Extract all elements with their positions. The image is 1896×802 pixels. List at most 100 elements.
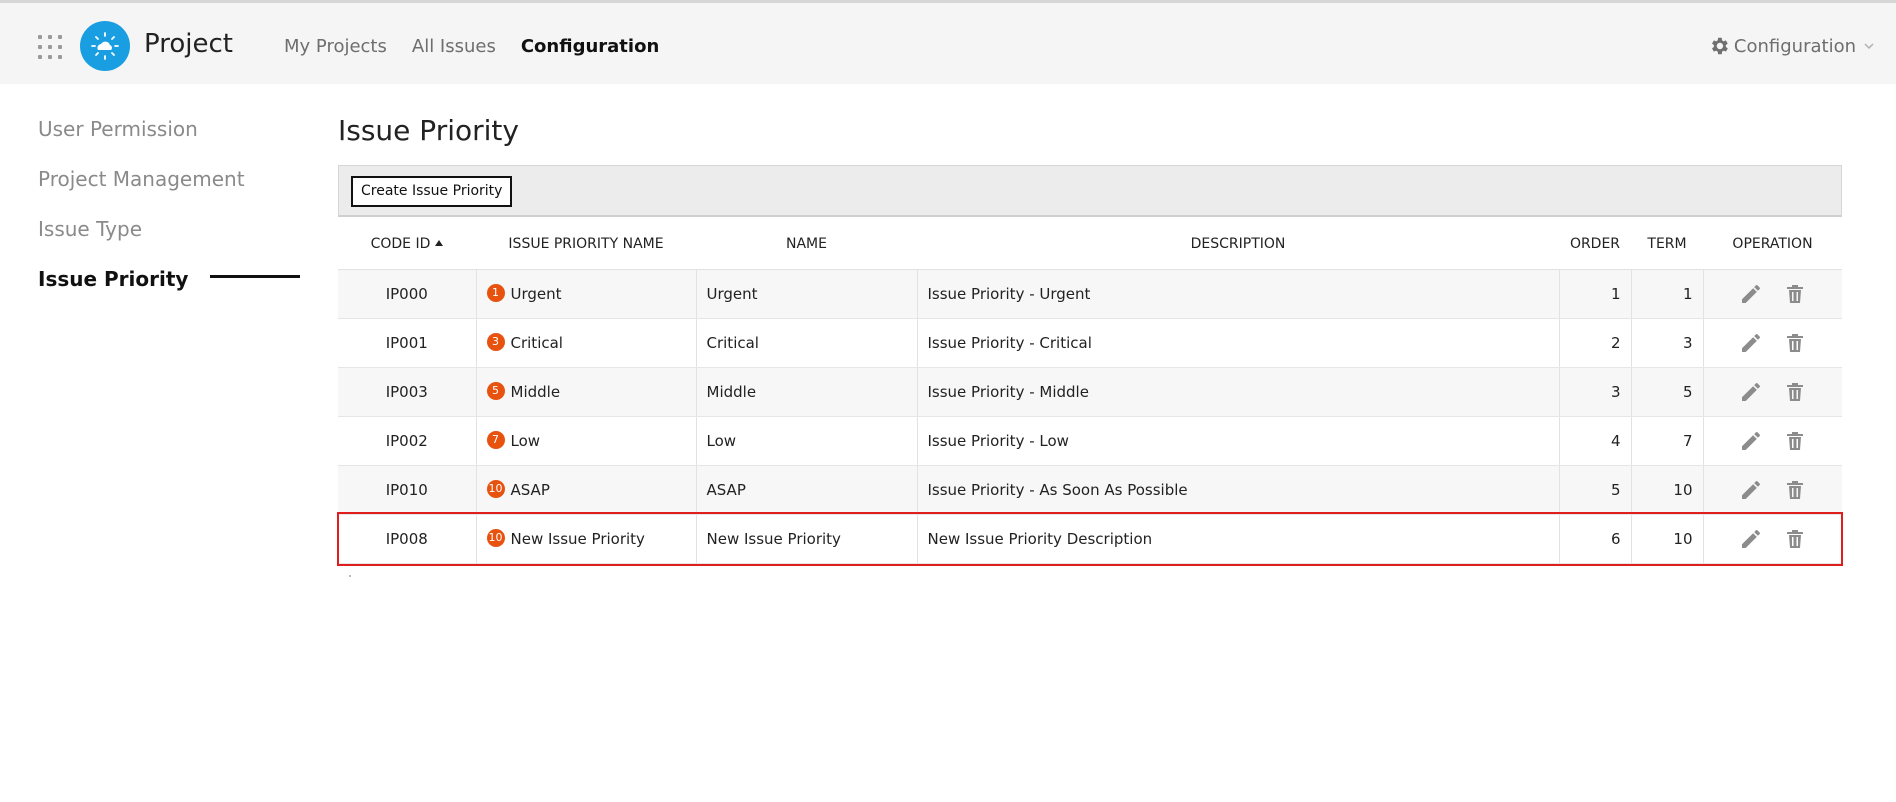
cell-priority-name: 10 New Issue Priority bbox=[476, 514, 697, 564]
cell-code-id: IP003 bbox=[338, 367, 477, 417]
divider-dot bbox=[349, 575, 351, 577]
trash-icon[interactable] bbox=[1783, 282, 1807, 306]
cell-operation bbox=[1703, 465, 1842, 515]
cell-name: Middle bbox=[696, 367, 918, 417]
edit-icon[interactable] bbox=[1739, 429, 1763, 453]
column-header-code-id[interactable]: CODE ID bbox=[338, 219, 476, 270]
column-header-description[interactable]: DESCRIPTION bbox=[917, 219, 1559, 270]
create-issue-priority-button[interactable]: Create Issue Priority bbox=[351, 176, 513, 207]
edit-icon[interactable] bbox=[1739, 478, 1763, 502]
trash-icon[interactable] bbox=[1783, 527, 1807, 551]
priority-badge: 7 bbox=[486, 431, 505, 449]
column-header-operation: OPERATION bbox=[1703, 219, 1842, 270]
cell-order: 1 bbox=[1559, 269, 1632, 319]
cell-order: 2 bbox=[1559, 318, 1632, 368]
page-title: Issue Priority bbox=[338, 114, 519, 147]
priority-name-text: Critical bbox=[510, 334, 563, 352]
priority-name-text: Middle bbox=[510, 383, 561, 401]
cell-name: Urgent bbox=[696, 269, 918, 319]
cell-name: New Issue Priority bbox=[696, 514, 918, 564]
nav-my-projects[interactable]: My Projects bbox=[284, 36, 387, 57]
chevron-down-icon bbox=[1864, 43, 1874, 50]
nav-configuration[interactable]: Configuration bbox=[521, 36, 659, 57]
cell-operation bbox=[1703, 514, 1842, 564]
cell-description: Issue Priority - Urgent bbox=[917, 269, 1560, 319]
table-row-highlighted[interactable]: IP008 10 New Issue Priority New Issue Pri… bbox=[338, 514, 1842, 564]
trash-icon[interactable] bbox=[1783, 478, 1807, 502]
column-header-issue-priority-name[interactable]: ISSUE PRIORITY NAME bbox=[476, 219, 696, 270]
priority-badge: 1 bbox=[486, 284, 505, 302]
config-sidebar: User Permission Project Management Issue… bbox=[38, 116, 300, 316]
nav-all-issues[interactable]: All Issues bbox=[412, 36, 496, 57]
cell-description: Issue Priority - Low bbox=[917, 416, 1560, 466]
configuration-menu[interactable]: Configuration bbox=[1708, 35, 1876, 57]
column-header-order[interactable]: ORDER bbox=[1559, 219, 1631, 270]
grid-toolbar: Create Issue Priority bbox=[338, 165, 1842, 217]
cell-priority-name: 5 Middle bbox=[476, 367, 697, 417]
cell-order: 6 bbox=[1559, 514, 1632, 564]
cell-priority-name: 1 Urgent bbox=[476, 269, 697, 319]
priority-badge: 10 bbox=[486, 529, 505, 547]
configuration-menu-label: Configuration bbox=[1733, 35, 1856, 57]
edit-icon[interactable] bbox=[1739, 527, 1763, 551]
cell-term: 10 bbox=[1631, 465, 1704, 515]
cell-operation bbox=[1703, 416, 1842, 466]
priority-name-text: Urgent bbox=[510, 285, 562, 303]
table-row[interactable]: IP002 7 Low Low Issue Priority - Low 4 7 bbox=[338, 416, 1842, 466]
issue-priority-table: CODE ID ISSUE PRIORITY NAME NAME DESCRIP… bbox=[338, 219, 1842, 564]
trash-icon[interactable] bbox=[1783, 331, 1807, 355]
cell-name: ASAP bbox=[696, 465, 918, 515]
cell-term: 3 bbox=[1631, 318, 1704, 368]
top-header: Project My Projects All Issues Configura… bbox=[0, 0, 1896, 84]
table-row[interactable]: IP000 1 Urgent Urgent Issue Priority - Ur… bbox=[338, 269, 1842, 319]
active-item-indicator bbox=[210, 275, 300, 278]
cell-code-id: IP010 bbox=[338, 465, 477, 515]
cell-priority-name: 10 ASAP bbox=[476, 465, 697, 515]
top-navigation: My Projects All Issues Configuration bbox=[284, 36, 659, 57]
cell-term: 5 bbox=[1631, 367, 1704, 417]
cell-order: 3 bbox=[1559, 367, 1632, 417]
table-row[interactable]: IP003 5 Middle Middle Issue Priority - Mi… bbox=[338, 367, 1842, 417]
priority-name-text: New Issue Priority bbox=[510, 530, 645, 548]
cell-priority-name: 3 Critical bbox=[476, 318, 697, 368]
app-title: Project bbox=[144, 29, 233, 59]
cell-code-id: IP000 bbox=[338, 269, 477, 319]
edit-icon[interactable] bbox=[1739, 331, 1763, 355]
cell-term: 10 bbox=[1631, 514, 1704, 564]
priority-badge: 10 bbox=[486, 480, 505, 498]
cell-term: 1 bbox=[1631, 269, 1704, 319]
sidebar-item-issue-type[interactable]: Issue Type bbox=[38, 216, 300, 266]
priority-badge: 3 bbox=[486, 333, 505, 351]
trash-icon[interactable] bbox=[1783, 429, 1807, 453]
cell-priority-name: 7 Low bbox=[476, 416, 697, 466]
gear-icon bbox=[1711, 37, 1728, 55]
cell-code-id: IP008 bbox=[338, 514, 477, 564]
project-logo-icon[interactable] bbox=[80, 21, 130, 71]
edit-icon[interactable] bbox=[1739, 282, 1763, 306]
cell-operation bbox=[1703, 367, 1842, 417]
cell-operation bbox=[1703, 269, 1842, 319]
column-header-term[interactable]: TERM bbox=[1631, 219, 1703, 270]
cell-description: New Issue Priority Description bbox=[917, 514, 1560, 564]
cell-code-id: IP002 bbox=[338, 416, 477, 466]
table-row[interactable]: IP001 3 Critical Critical Issue Priority … bbox=[338, 318, 1842, 368]
cell-order: 4 bbox=[1559, 416, 1632, 466]
sidebar-item-user-permission[interactable]: User Permission bbox=[38, 116, 300, 166]
trash-icon[interactable] bbox=[1783, 380, 1807, 404]
sidebar-item-project-management[interactable]: Project Management bbox=[38, 166, 300, 216]
column-header-code-id-label: CODE ID bbox=[370, 235, 431, 252]
sort-ascending-icon bbox=[435, 239, 444, 246]
app-launcher-icon[interactable] bbox=[38, 35, 62, 59]
sidebar-item-issue-priority[interactable]: Issue Priority bbox=[38, 266, 300, 316]
cell-name: Critical bbox=[696, 318, 918, 368]
edit-icon[interactable] bbox=[1739, 380, 1763, 404]
priority-name-text: Low bbox=[510, 432, 541, 450]
cell-name: Low bbox=[696, 416, 918, 466]
cell-description: Issue Priority - Middle bbox=[917, 367, 1560, 417]
cell-description: Issue Priority - Critical bbox=[917, 318, 1560, 368]
cell-term: 7 bbox=[1631, 416, 1704, 466]
cell-description: Issue Priority - As Soon As Possible bbox=[917, 465, 1560, 515]
column-header-name[interactable]: NAME bbox=[696, 219, 917, 270]
table-row[interactable]: IP010 10 ASAP ASAP Issue Priority - As So… bbox=[338, 465, 1842, 515]
cell-operation bbox=[1703, 318, 1842, 368]
